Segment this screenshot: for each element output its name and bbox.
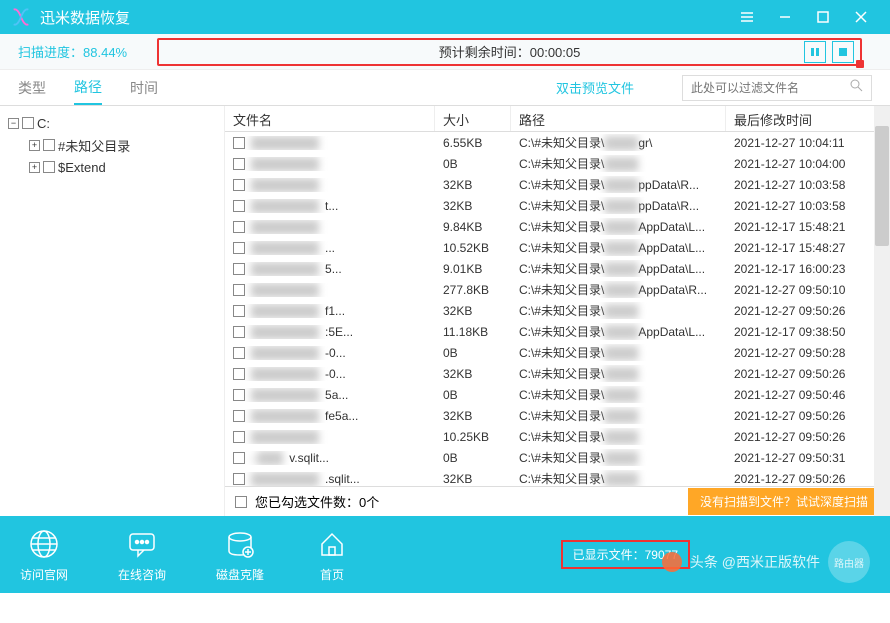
app-title: 迅米数据恢复 (40, 7, 728, 28)
collapse-icon[interactable]: − (8, 118, 19, 129)
row-checkbox[interactable] (233, 410, 245, 422)
disk-icon (222, 526, 258, 562)
search-box[interactable] (682, 75, 872, 101)
highlight-marker-icon (856, 60, 864, 68)
home-icon (314, 526, 350, 562)
avatar-icon (662, 552, 682, 572)
select-all-checkbox[interactable] (235, 496, 247, 508)
stop-button[interactable] (832, 41, 854, 63)
search-icon[interactable] (849, 78, 863, 97)
table-row[interactable]: ████████32KBC:\#未知父目录\████ppData\R...202… (225, 174, 890, 195)
row-checkbox[interactable] (233, 158, 245, 170)
tab-time[interactable]: 时间 (130, 72, 158, 104)
row-checkbox[interactable] (233, 389, 245, 401)
row-checkbox[interactable] (233, 347, 245, 359)
row-checkbox[interactable] (233, 305, 245, 317)
table-row[interactable]: ████████5...9.01KBC:\#未知父目录\████AppData\… (225, 258, 890, 279)
col-filename[interactable]: 文件名 (225, 106, 435, 131)
bottom-toolbar: 访问官网 在线咨询 磁盘克隆 首页 已显示文件：79077 头条 @西米正版软件… (0, 516, 890, 593)
scan-progress: 扫描进度：88.44% (18, 42, 127, 61)
menu-button[interactable] (728, 0, 766, 34)
folder-tree: − C: + #未知父目录 + $Extend (0, 106, 225, 516)
table-row[interactable]: ████████277.8KBC:\#未知父目录\████AppData\R..… (225, 279, 890, 300)
table-row[interactable]: ████████f1...32KBC:\#未知父目录\████2021-12-2… (225, 300, 890, 321)
tree-checkbox[interactable] (22, 117, 34, 129)
table-row[interactable]: ████████fe5a...32KBC:\#未知父目录\████2021-12… (225, 405, 890, 426)
table-row[interactable]: ████████.sqlit...32KBC:\#未知父目录\████2021-… (225, 468, 890, 486)
row-checkbox[interactable] (233, 242, 245, 254)
row-checkbox[interactable] (233, 368, 245, 380)
file-list-pane: 文件名 大小 路径 最后修改时间 ████████6.55KBC:\#未知父目录… (225, 106, 890, 516)
table-row[interactable]: ████████...10.52KBC:\#未知父目录\████AppData\… (225, 237, 890, 258)
col-path[interactable]: 路径 (511, 106, 726, 131)
table-row[interactable]: ████████5a...0BC:\#未知父目录\████2021-12-27 … (225, 384, 890, 405)
row-checkbox[interactable] (233, 326, 245, 338)
online-chat-button[interactable]: 在线咨询 (118, 526, 166, 583)
tree-root[interactable]: − C: (8, 112, 216, 134)
app-logo-icon (10, 6, 32, 28)
scrollbar[interactable] (874, 106, 890, 516)
tab-path[interactable]: 路径 (74, 71, 102, 105)
progress-bar: 扫描进度：88.44% 预计剩余时间：00:00:05 (0, 34, 890, 70)
row-checkbox[interactable] (233, 200, 245, 212)
chat-icon (124, 526, 160, 562)
row-checkbox[interactable] (233, 221, 245, 233)
row-checkbox[interactable] (233, 284, 245, 296)
home-button[interactable]: 首页 (314, 526, 350, 583)
row-checkbox[interactable] (233, 473, 245, 485)
expand-icon[interactable]: + (29, 162, 40, 173)
table-row[interactable]: ████████-0...0BC:\#未知父目录\████2021-12-27 … (225, 342, 890, 363)
table-row[interactable]: ████████0BC:\#未知父目录\████2021-12-27 10:04… (225, 153, 890, 174)
tree-item[interactable]: + #未知父目录 (8, 134, 216, 156)
watermark-badge-icon: 路由器 (828, 541, 870, 583)
row-checkbox[interactable] (233, 452, 245, 464)
tree-checkbox[interactable] (43, 161, 55, 173)
close-button[interactable] (842, 0, 880, 34)
visit-website-button[interactable]: 访问官网 (20, 526, 68, 583)
disk-clone-button[interactable]: 磁盘克隆 (216, 526, 264, 583)
titlebar: 迅米数据恢复 (0, 0, 890, 34)
file-rows: ████████6.55KBC:\#未知父目录\████gr\2021-12-2… (225, 132, 890, 486)
table-row[interactable]: ████████:5E...11.18KBC:\#未知父目录\████AppDa… (225, 321, 890, 342)
row-checkbox[interactable] (233, 263, 245, 275)
row-checkbox[interactable] (233, 179, 245, 191)
scrollbar-thumb[interactable] (875, 126, 889, 246)
maximize-button[interactable] (804, 0, 842, 34)
tree-item[interactable]: + $Extend (8, 156, 216, 178)
selected-count: 您已勾选文件数：0个 (255, 492, 379, 511)
table-row[interactable]: ████████6.55KBC:\#未知父目录\████gr\2021-12-2… (225, 132, 890, 153)
tab-type[interactable]: 类型 (18, 72, 46, 104)
globe-icon (26, 526, 62, 562)
row-checkbox[interactable] (233, 431, 245, 443)
eta-box: 预计剩余时间：00:00:05 (157, 38, 862, 66)
watermark: 头条 @西米正版软件 路由器 (662, 541, 870, 583)
table-row[interactable]: ████████t...32KBC:\#未知父目录\████ppData\R..… (225, 195, 890, 216)
minimize-button[interactable] (766, 0, 804, 34)
table-row[interactable]: a███v.sqlit...0BC:\#未知父目录\████2021-12-27… (225, 447, 890, 468)
tree-checkbox[interactable] (43, 139, 55, 151)
column-headers: 文件名 大小 路径 最后修改时间 (225, 106, 890, 132)
pause-button[interactable] (804, 41, 826, 63)
col-date[interactable]: 最后修改时间 (726, 106, 890, 131)
table-row[interactable]: ████████9.84KBC:\#未知父目录\████AppData\L...… (225, 216, 890, 237)
table-row[interactable]: ████████-0...32KBC:\#未知父目录\████2021-12-2… (225, 363, 890, 384)
table-row[interactable]: ████████10.25KBC:\#未知父目录\████2021-12-27 … (225, 426, 890, 447)
col-size[interactable]: 大小 (435, 106, 511, 131)
row-checkbox[interactable] (233, 137, 245, 149)
tab-bar: 类型 路径 时间 双击预览文件 (0, 70, 890, 106)
expand-icon[interactable]: + (29, 140, 40, 151)
selection-bar: 您已勾选文件数：0个 没有扫描到文件？试试深度扫描 (225, 486, 890, 516)
search-input[interactable] (691, 81, 849, 95)
preview-hint: 双击预览文件 (556, 78, 634, 97)
deep-scan-button[interactable]: 没有扫描到文件？试试深度扫描 (688, 488, 880, 515)
